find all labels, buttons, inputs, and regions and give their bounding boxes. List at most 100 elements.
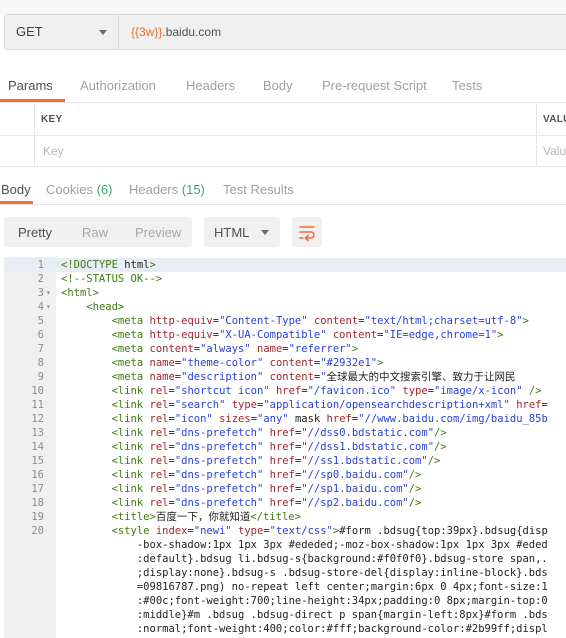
method-label: GET — [16, 24, 43, 39]
wrap-lines-button[interactable] — [292, 217, 322, 247]
code-line: 8 <meta name="theme-color" content="#293… — [4, 356, 566, 370]
tab-body[interactable]: Body — [263, 78, 293, 93]
code-line: 16 <link rel="dns-prefetch" href="//sp0.… — [4, 468, 566, 482]
cookies-count: (6) — [96, 182, 113, 197]
tab-params[interactable]: Params — [8, 78, 53, 93]
code-text: <meta content="always" name="referrer"> — [111, 343, 359, 355]
code-line: 7 <meta content="always" name="referrer"… — [4, 342, 566, 356]
value-input[interactable]: Valu — [543, 144, 566, 158]
code-line: 12 <link rel="icon" sizes="any" mask hre… — [4, 412, 566, 426]
code-line: ;display:none}.bdsug-s .bdsug-store-del{… — [4, 566, 566, 580]
code-line: :normal;font-weight:400;color:#fff;backg… — [4, 622, 566, 636]
active-tab-indicator — [0, 99, 65, 102]
fold-toggle-icon[interactable]: ▾ — [46, 300, 51, 314]
code-text: <meta name="description" content="全球最大的中… — [111, 371, 516, 383]
line-number: 4 — [37, 301, 44, 313]
tab-test-results[interactable]: Test Results — [223, 182, 294, 197]
headers-label: Headers — [129, 182, 179, 197]
code-line: 11 <link rel="search" type="application/… — [4, 398, 566, 412]
tab-response-body[interactable]: Body — [1, 182, 31, 197]
tab-cookies[interactable]: Cookies (6) — [46, 182, 112, 197]
code-line: =09816787.png) no-repeat left center;mar… — [4, 580, 566, 594]
line-number: 6 — [37, 329, 44, 341]
line-number: 12 — [31, 413, 44, 425]
code-text: :#00c;font-weight:700;line-height:34px;p… — [61, 595, 548, 607]
value-column-header: VALU — [543, 114, 566, 125]
code-text: <head> — [86, 301, 125, 313]
code-text: <link rel="dns-prefetch" href="//ss1.bds… — [111, 455, 441, 467]
url-input[interactable]: {{3w}}.baidu.com — [118, 14, 566, 50]
code-text: :default}.bdsug li.bdsug-s{background:#f… — [61, 553, 548, 565]
headers-count: (15) — [181, 182, 205, 197]
code-text: <title>百度一下，你就知道</title> — [111, 511, 301, 523]
line-number: 20 — [31, 525, 44, 537]
tab-authorization[interactable]: Authorization — [80, 78, 156, 93]
code-text: -box-shadow:1px 1px 3px #ededed;-moz-box… — [61, 539, 548, 551]
code-line: 18 <link rel="dns-prefetch" href="//sp2.… — [4, 496, 566, 510]
line-number: 14 — [31, 441, 44, 453]
method-select[interactable]: GET — [4, 14, 118, 50]
fold-toggle-icon[interactable]: ▾ — [46, 286, 51, 300]
code-line: 3 ▾ <html> — [4, 286, 566, 300]
code-line: 2 <!--STATUS OK--> — [4, 272, 566, 286]
code-text: <link rel="dns-prefetch" href="//dss0.bd… — [111, 427, 447, 439]
code-text: <style index="newi" type="text/css">#for… — [111, 525, 548, 537]
code-text: :normal;font-weight:400;color:#fff;backg… — [61, 623, 548, 635]
params-header-row — [0, 104, 566, 136]
code-text: <meta http-equiv="X-UA-Compatible" conte… — [111, 329, 504, 341]
line-number: 8 — [37, 357, 44, 369]
line-number: 3 — [37, 287, 44, 299]
line-number: 10 — [31, 385, 44, 397]
tab-pre-request-script[interactable]: Pre-request Script — [322, 78, 427, 93]
line-number: 18 — [31, 497, 44, 509]
code-line: 5 <meta http-equiv="Content-Type" conten… — [4, 314, 566, 328]
code-text: :middle}#m .bdsug .bdsug-direct p span{m… — [61, 609, 548, 621]
active-tab-indicator — [0, 201, 33, 204]
wrap-lines-icon — [299, 226, 315, 242]
format-select[interactable]: HTML — [204, 217, 280, 247]
code-line: 15 <link rel="dns-prefetch" href="//ss1.… — [4, 454, 566, 468]
tab-response-headers[interactable]: Headers (15) — [129, 182, 205, 197]
line-number: 11 — [31, 399, 44, 411]
key-column-header: KEY — [41, 114, 63, 125]
code-line: 13 <link rel="dns-prefetch" href="//dss0… — [4, 426, 566, 440]
code-line: -box-shadow:1px 1px 3px #ededed;-moz-box… — [4, 538, 566, 552]
chevron-down-icon — [261, 230, 269, 235]
line-number: 13 — [31, 427, 44, 439]
code-text: =09816787.png) no-repeat left center;mar… — [61, 581, 548, 593]
preview-button[interactable]: Preview — [135, 225, 181, 240]
key-input[interactable]: Key — [43, 144, 64, 158]
code-text: <link rel="dns-prefetch" href="//sp0.bai… — [111, 469, 422, 481]
code-line: 4 ▾ <head> — [4, 300, 566, 314]
response-tabs: Body Cookies (6) Headers (15) Test Resul… — [0, 174, 566, 205]
pretty-button[interactable]: Pretty — [18, 225, 52, 240]
code-text: <link rel="dns-prefetch" href="//dss1.bd… — [111, 441, 447, 453]
response-body-editor[interactable]: 1 <!DOCTYPE html> 2 <!--STATUS OK--> 3 ▾ <html… — [4, 257, 566, 638]
url-variable: {{3w}} — [131, 25, 163, 39]
code-line: :default}.bdsug li.bdsug-s{background:#f… — [4, 552, 566, 566]
params-input-row — [0, 135, 566, 167]
line-number: 17 — [31, 483, 44, 495]
tab-tests[interactable]: Tests — [452, 78, 482, 93]
column-divider — [536, 104, 537, 166]
code-line: 9 <meta name="description" content="全球最大… — [4, 370, 566, 384]
request-tabs: Params Authorization Headers Body Pre-re… — [0, 70, 566, 103]
code-line: :#00c;font-weight:700;line-height:34px;p… — [4, 594, 566, 608]
code-text: <link rel="dns-prefetch" href="//sp2.bai… — [111, 497, 422, 509]
column-divider — [34, 104, 35, 166]
url-text: .baidu.com — [162, 25, 222, 39]
cookies-label: Cookies — [46, 182, 93, 197]
code-text: <!--STATUS OK--> — [61, 273, 163, 285]
line-number: 15 — [31, 455, 44, 467]
raw-button[interactable]: Raw — [82, 225, 108, 240]
code-line: 19 <title>百度一下，你就知道</title> — [4, 510, 566, 524]
tab-headers[interactable]: Headers — [186, 78, 235, 93]
code-text: <link rel="icon" sizes="any" mask href="… — [111, 413, 548, 425]
code-text: ;display:none}.bdsug-s .bdsug-store-del{… — [61, 567, 548, 579]
code-text: <html> — [61, 287, 99, 299]
view-mode-toggle: Pretty Raw Preview — [4, 217, 192, 247]
line-number: 9 — [37, 371, 44, 383]
params-table: KEY VALU Key Valu — [0, 104, 566, 167]
code-line: 14 <link rel="dns-prefetch" href="//dss1… — [4, 440, 566, 454]
code-line: 6 <meta http-equiv="X-UA-Compatible" con… — [4, 328, 566, 342]
